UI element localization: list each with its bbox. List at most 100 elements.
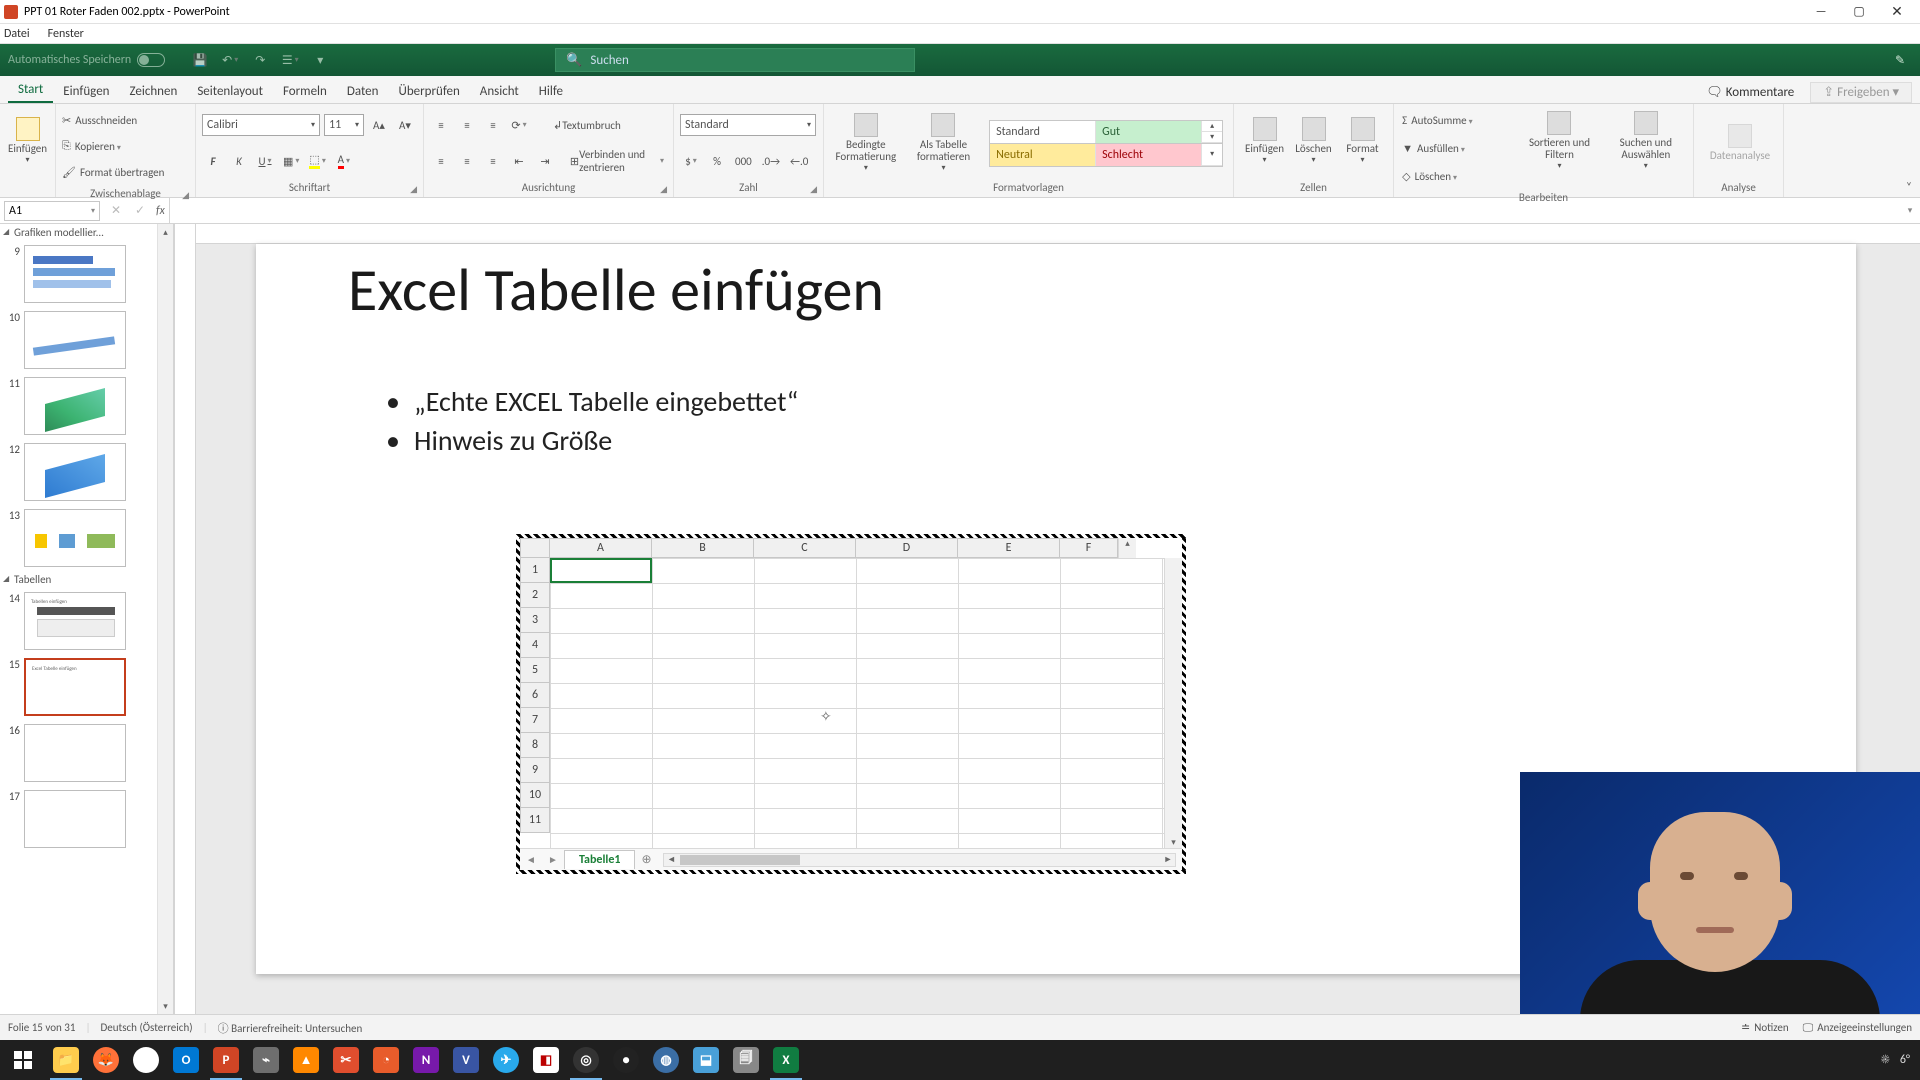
col-E[interactable]: E	[958, 538, 1060, 558]
tb-obs[interactable]: ◎	[566, 1040, 606, 1080]
tb-app-2[interactable]: ◔	[366, 1040, 406, 1080]
sheet-nav-prev[interactable]: ◄	[520, 853, 542, 866]
tb-app-1[interactable]: ⌁	[246, 1040, 286, 1080]
tb-snip[interactable]: ✂	[326, 1040, 366, 1080]
status-folie[interactable]: Folie 15 von 31	[8, 1021, 75, 1034]
row-4[interactable]: 4	[520, 633, 550, 658]
col-B[interactable]: B	[652, 538, 754, 558]
font-size-select[interactable]: 11▾	[324, 114, 364, 136]
fill-color-button[interactable]: ⬚	[306, 150, 328, 172]
enter-icon[interactable]: ✓	[128, 203, 152, 218]
dec-decimals-button[interactable]: ←.0	[787, 150, 811, 172]
embedded-excel-object[interactable]: A B C D E F ▴ 1 2 3	[516, 534, 1186, 874]
bold-button[interactable]: F	[202, 150, 224, 172]
percent-button[interactable]: %	[706, 150, 728, 172]
style-neutral[interactable]: Neutral	[990, 144, 1096, 166]
menu-datei[interactable]: Datei	[4, 27, 30, 41]
excel-select-all[interactable]	[520, 538, 550, 558]
slide-thumbnails[interactable]: Grafiken modellier... 9 10 11 12 13 Tabe…	[0, 224, 174, 1014]
tab-ueberpruefen[interactable]: Überprüfen	[388, 79, 469, 103]
tb-app-5[interactable]: ◍	[646, 1040, 686, 1080]
thousands-button[interactable]: 000	[732, 150, 755, 172]
status-accessibility[interactable]: ⓘ Barrierefreiheit: Untersuchen	[218, 1020, 363, 1036]
font-color-button[interactable]: A	[333, 150, 355, 172]
clear-button[interactable]: Löschen	[1415, 170, 1457, 183]
style-standard[interactable]: Standard	[990, 121, 1096, 143]
col-D[interactable]: D	[856, 538, 958, 558]
save-icon[interactable]: 💾	[189, 49, 211, 71]
excel-grid[interactable]: ✧	[550, 558, 1164, 848]
excel-hscroll[interactable]: ◄►	[663, 853, 1176, 867]
qat-more-button[interactable]: ▾	[309, 49, 331, 71]
styles-down-icon[interactable]: ▾	[1202, 132, 1222, 143]
thumb-10[interactable]: 10	[0, 307, 173, 373]
tb-chrome[interactable]: ◉	[126, 1040, 166, 1080]
number-format-select[interactable]: Standard▾	[680, 114, 816, 136]
tb-app-4[interactable]: ●	[606, 1040, 646, 1080]
ink-button[interactable]: ✎	[1888, 48, 1912, 72]
row-3[interactable]: 3	[520, 608, 550, 633]
thumb-11[interactable]: 11	[0, 373, 173, 439]
tab-zeichnen[interactable]: Zeichnen	[120, 79, 188, 103]
slide-bullets[interactable]: „Echte EXCEL Tabelle eingebettet“ Hinwei…	[386, 384, 798, 462]
tab-start[interactable]: Start	[8, 77, 53, 103]
dialog-launcher-icon[interactable]: ◢	[182, 190, 189, 201]
status-language[interactable]: Deutsch (Österreich)	[101, 1021, 193, 1034]
tb-visio[interactable]: V	[446, 1040, 486, 1080]
thumb-15[interactable]: 15Excel Tabelle einfügen	[0, 654, 173, 720]
wrap-text-button[interactable]: ↲ Textumbruch	[550, 114, 624, 136]
insert-cells-button[interactable]: Einfügen▾	[1240, 107, 1289, 175]
delete-cells-button[interactable]: Löschen▾	[1289, 107, 1338, 175]
paste-button[interactable]: Einfügen ▾	[4, 107, 52, 175]
excel-vscroll[interactable]: ▴	[1118, 538, 1136, 558]
thumb-9[interactable]: 9	[0, 241, 173, 307]
toggle-icon[interactable]	[137, 53, 165, 67]
style-gut[interactable]: Gut	[1096, 121, 1202, 143]
system-tray[interactable]: ☀ 6°	[1881, 1053, 1920, 1067]
col-A[interactable]: A	[550, 538, 652, 558]
tb-app-6[interactable]: ⬓	[686, 1040, 726, 1080]
style-schlecht[interactable]: Schlecht	[1096, 144, 1202, 166]
shrink-font-button[interactable]: A▾	[394, 114, 416, 136]
currency-button[interactable]: $	[680, 150, 702, 172]
format-painter-button[interactable]: Format übertragen	[80, 166, 164, 179]
tab-daten[interactable]: Daten	[337, 79, 389, 103]
search-box[interactable]: 🔍 Suchen	[555, 48, 915, 72]
collapse-ribbon-button[interactable]: ˅	[1898, 104, 1920, 197]
thumb-13[interactable]: 13	[0, 505, 173, 571]
menu-fenster[interactable]: Fenster	[48, 27, 84, 41]
tab-formeln[interactable]: Formeln	[273, 79, 337, 103]
status-notes[interactable]: ≐ Notizen	[1741, 1021, 1789, 1034]
col-C[interactable]: C	[754, 538, 856, 558]
thumb-14[interactable]: 14Tabellen einfügen	[0, 588, 173, 654]
expand-fbar-button[interactable]: ▾	[1900, 205, 1920, 216]
orientation-button[interactable]: ⟳	[508, 114, 530, 136]
add-sheet-button[interactable]: ⊕	[635, 852, 657, 867]
sort-filter-button[interactable]: Sortieren und Filtern▾	[1520, 107, 1598, 175]
weather-icon[interactable]: ☀	[1881, 1053, 1890, 1067]
tab-ansicht[interactable]: Ansicht	[470, 79, 529, 103]
styles-more-icon[interactable]: ▾	[1202, 144, 1222, 166]
tb-vlc[interactable]: ▲	[286, 1040, 326, 1080]
selected-cell-A1[interactable]	[550, 558, 652, 583]
row-10[interactable]: 10	[520, 783, 550, 808]
row-8[interactable]: 8	[520, 733, 550, 758]
row-1[interactable]: 1	[520, 558, 550, 583]
dialog-launcher-icon[interactable]: ◢	[810, 184, 817, 195]
border-button[interactable]: ▦	[280, 150, 302, 172]
fill-button[interactable]: Ausfüllen	[1417, 142, 1465, 155]
align-middle-button[interactable]: ≡	[456, 114, 478, 136]
tb-app-3[interactable]: ◧	[526, 1040, 566, 1080]
name-box[interactable]: A1	[4, 201, 100, 221]
start-button[interactable]	[0, 1040, 46, 1080]
autosum-button[interactable]: AutoSumme	[1411, 114, 1472, 127]
dialog-launcher-icon[interactable]: ◢	[410, 184, 417, 195]
find-select-button[interactable]: Suchen und Auswählen▾	[1607, 107, 1685, 175]
row-7[interactable]: 7	[520, 708, 550, 733]
underline-button[interactable]: U	[254, 150, 276, 172]
comments-button[interactable]: 🗨 Kommentare	[1698, 82, 1802, 103]
tb-telegram[interactable]: ✈	[486, 1040, 526, 1080]
align-left-button[interactable]: ≡	[430, 150, 452, 172]
section-tabellen[interactable]: Tabellen	[0, 571, 173, 588]
cell-styles-gallery[interactable]: Standard Gut ▴▾	[989, 120, 1223, 144]
